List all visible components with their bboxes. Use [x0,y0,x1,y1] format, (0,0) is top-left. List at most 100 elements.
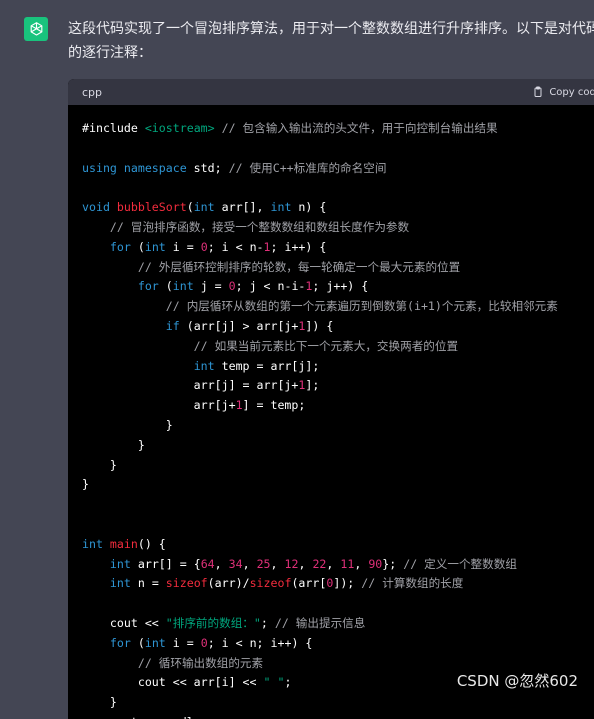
code-line: } [82,693,594,713]
code-token: ] = temp; [242,398,306,413]
code-line: int n = sizeof(arr)/sizeof(arr[0]); // 计… [82,574,594,594]
code-token: // 定义一个整数数组 [403,556,517,571]
code-token: , [298,556,313,571]
code-line: for (int j = 0; j < n-i-1; j++) { [82,277,594,297]
copy-code-label: Copy code [549,86,594,98]
code-token: , [326,556,341,571]
code-token: arr[j] = arr[j+ [82,378,299,393]
code-token: // 包含输入输出流的头文件，用于向控制台输出结果 [214,121,498,135]
code-token: ; i < n; i++) { [207,635,313,650]
code-line: } [82,475,594,495]
code-token: sizeof [249,576,292,591]
openai-logo-icon [30,21,42,36]
code-token: bubbleSort [116,200,187,215]
code-token: "排序前的数组：" [165,615,261,630]
code-token: 1 [235,398,243,413]
code-token: n = [130,576,166,591]
code-token: ( [130,239,145,254]
code-token: ; j < n-i- [235,279,306,294]
code-token: int [109,576,131,591]
csdn-watermark: CSDN @忽然602 [456,672,578,690]
assistant-avatar [24,17,48,41]
code-line: for (int i = 0; i < n-1; i++) { [82,238,594,258]
code-line: if (arr[j] > arr[j+1]) { [82,317,594,337]
code-token: ( [130,635,145,650]
code-line: cout << "排序前的数组："; // 输出提示信息 [82,614,594,634]
code-line: for (int i = 0; i < n; i++) { [82,634,594,654]
code-token: // 外层循环控制排序的轮数，每一轮确定一个最大元素的位置 [82,259,461,274]
code-token: ; [260,615,275,630]
code-token: i = [165,635,201,650]
assistant-message-text: 这段代码实现了一个冒泡排序算法，用于对一个整数数组进行升序排序。以下是对代码的逐… [68,21,594,61]
code-token: for [109,635,131,650]
code-token: ; i < n- [207,239,264,254]
code-token: }; [382,556,404,571]
code-token: #include [82,121,145,135]
code-line: } [82,456,594,476]
code-token: 11 [340,556,355,571]
code-token: int [82,536,110,551]
code-token: int [172,279,194,294]
code-token: , [214,556,229,571]
code-block-header: cpp Copy code [68,79,594,105]
code-token: (arr[j] > arr[j+ [179,318,299,333]
code-token: i = [165,239,201,254]
code-token: 0 [200,635,208,650]
code-token: 25 [256,556,271,571]
code-token: , [242,556,257,571]
code-line: // 如果当前元素比下一个元素大，交换两者的位置 [82,337,594,357]
code-token: int [193,358,215,373]
code-token: using namespace [82,160,187,175]
code-token: 90 [368,556,383,571]
code-token: ]); [333,576,362,591]
code-token: 22 [312,556,327,571]
code-token: n) { [291,200,327,215]
code-token: 1 [263,239,271,254]
code-token: 0 [228,279,236,294]
code-token: // 如果当前元素比下一个元素大，交换两者的位置 [82,338,459,353]
code-token: arr[] = { [130,556,201,571]
code-line: // 内层循环从数组的第一个元素遍历到倒数第(i+1)个元素，比较相邻元素 [82,297,594,317]
code-line: void bubbleSort(int arr[], int n) { [82,198,594,218]
code-token: } [82,437,145,452]
code-token: cout << endl; [82,715,201,719]
code-line: cout << endl; [82,713,594,719]
code-token: // 循环输出数组的元素 [82,655,264,670]
code-token: " " [263,675,285,690]
code-token: } [82,457,117,472]
code-token: () { [137,536,166,551]
code-token: <iostream> [144,121,215,135]
code-token: } [82,695,117,710]
code-token: 0 [200,239,208,254]
code-token: // 输出提示信息 [274,615,366,630]
code-token: // 使用C++标准库的命名空间 [228,160,387,175]
code-token: // 冒泡排序函数，接受一个整数数组和数组长度作为参数 [82,219,410,234]
code-token: cout << [82,615,166,630]
code-token: int [193,200,215,215]
code-token: (arr)/ [207,576,250,591]
code-line: // 外层循环控制排序的轮数，每一轮确定一个最大元素的位置 [82,258,594,278]
code-token: arr[], [214,200,271,215]
code-line: } [82,416,594,436]
code-token: 64 [200,556,215,571]
code-language-label: cpp [82,85,103,99]
code-token: if [165,318,180,333]
code-token: // 内层循环从数组的第一个元素遍历到倒数第(i+1)个元素，比较相邻元素 [82,299,558,314]
code-line: arr[j] = arr[j+1]; [82,376,594,396]
code-content: #include <iostream> // 包含输入输出流的头文件，用于向控制… [68,105,594,719]
code-token: int [144,239,166,254]
code-line: arr[j+1] = temp; [82,396,594,416]
code-token: for [109,239,131,254]
code-token: ; j++) { [312,279,369,294]
code-token: , [354,556,369,571]
copy-code-button[interactable]: Copy code [532,86,594,98]
